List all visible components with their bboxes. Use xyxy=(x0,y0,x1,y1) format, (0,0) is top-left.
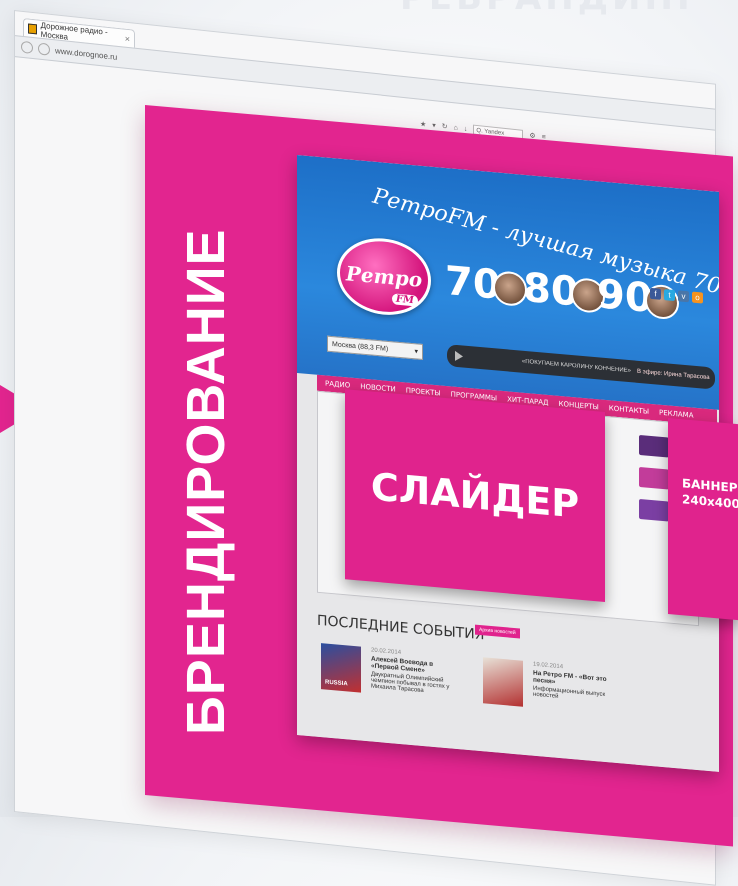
event-text: 19.02.2014 На Ретро FM - «Вот это песня»… xyxy=(533,662,615,705)
download-icon[interactable]: ↓ xyxy=(464,125,468,132)
home-icon[interactable]: ⌂ xyxy=(454,124,458,131)
menu-item-radio[interactable]: РАДИО xyxy=(325,379,350,389)
image-caption: RUSSIA xyxy=(325,679,348,688)
now-playing-track: «ПОКУПАЕМ КАРОЛИНУ КОНЧЕНИЕ» xyxy=(521,358,631,375)
back-icon[interactable] xyxy=(21,40,33,54)
site-header: РетроFM - лучшая музыка 70х 80х 90х Ретр… xyxy=(297,155,719,410)
globe-icon xyxy=(38,42,50,56)
thumbnail[interactable] xyxy=(639,434,669,458)
banner-placeholder[interactable]: БАННЕР 240x400 xyxy=(668,418,738,621)
era-80: 80 xyxy=(523,265,605,318)
odnoklassniki-icon[interactable]: o xyxy=(692,291,703,304)
thumbnail[interactable] xyxy=(639,466,669,490)
vk-icon[interactable]: v xyxy=(678,290,689,303)
event-text: 20.02.2014 Алексей Воевода в «Первой Сме… xyxy=(371,647,453,696)
on-air-host: В эфире: Ирина Тарасова xyxy=(637,368,710,382)
close-icon[interactable]: × xyxy=(125,33,130,44)
event-card[interactable]: 19.02.2014 На Ретро FM - «Вот это песня»… xyxy=(483,657,613,707)
reload-icon[interactable]: ↻ xyxy=(442,122,448,131)
city-select-value: Москва (88,3 FM) xyxy=(332,341,389,353)
radio-player[interactable]: «ПОКУПАЕМ КАРОЛИНУ КОНЧЕНИЕ» В эфире: Ир… xyxy=(447,344,715,390)
logo-text: Ретро xyxy=(345,261,423,292)
play-icon[interactable] xyxy=(455,350,463,362)
favicon-icon xyxy=(28,22,37,34)
city-select[interactable]: Москва (88,3 FM) ▾ xyxy=(327,335,423,361)
facebook-icon[interactable]: f xyxy=(650,287,661,300)
menu-item-contacts[interactable]: КОНТАКТЫ xyxy=(609,404,649,416)
site-mockup: РетроFM - лучшая музыка 70х 80х 90х Ретр… xyxy=(297,155,719,772)
era-70: 70 xyxy=(445,258,527,311)
chevron-down-icon: ▾ xyxy=(414,348,418,356)
star-icon[interactable]: ★ xyxy=(420,120,426,129)
dropdown-icon[interactable]: ▾ xyxy=(432,121,436,129)
branding-title: БРЕНДИРОВАНИЕ xyxy=(176,228,236,735)
gift-image xyxy=(483,657,523,707)
retro-fm-logo[interactable]: Ретро FM xyxy=(337,234,431,319)
url-text[interactable]: www.dorognoe.ru xyxy=(55,46,117,62)
logo-fm-badge: FM xyxy=(391,293,418,307)
event-card[interactable]: RUSSIA 20.02.2014 Алексей Воевода в «Пер… xyxy=(321,643,451,694)
twitter-icon[interactable]: t xyxy=(664,289,675,302)
rebranding-heading: РЕБРАНДИНГ xyxy=(400,0,703,18)
events-title: ПОСЛЕДНИЕ СОБЫТИЯ xyxy=(317,612,485,644)
event-image: RUSSIA xyxy=(321,643,361,693)
slider-placeholder[interactable]: СЛАЙДЕР xyxy=(345,389,605,602)
address-bar[interactable]: www.dorognoe.ru xyxy=(15,35,715,131)
thumbnail[interactable] xyxy=(639,498,669,522)
